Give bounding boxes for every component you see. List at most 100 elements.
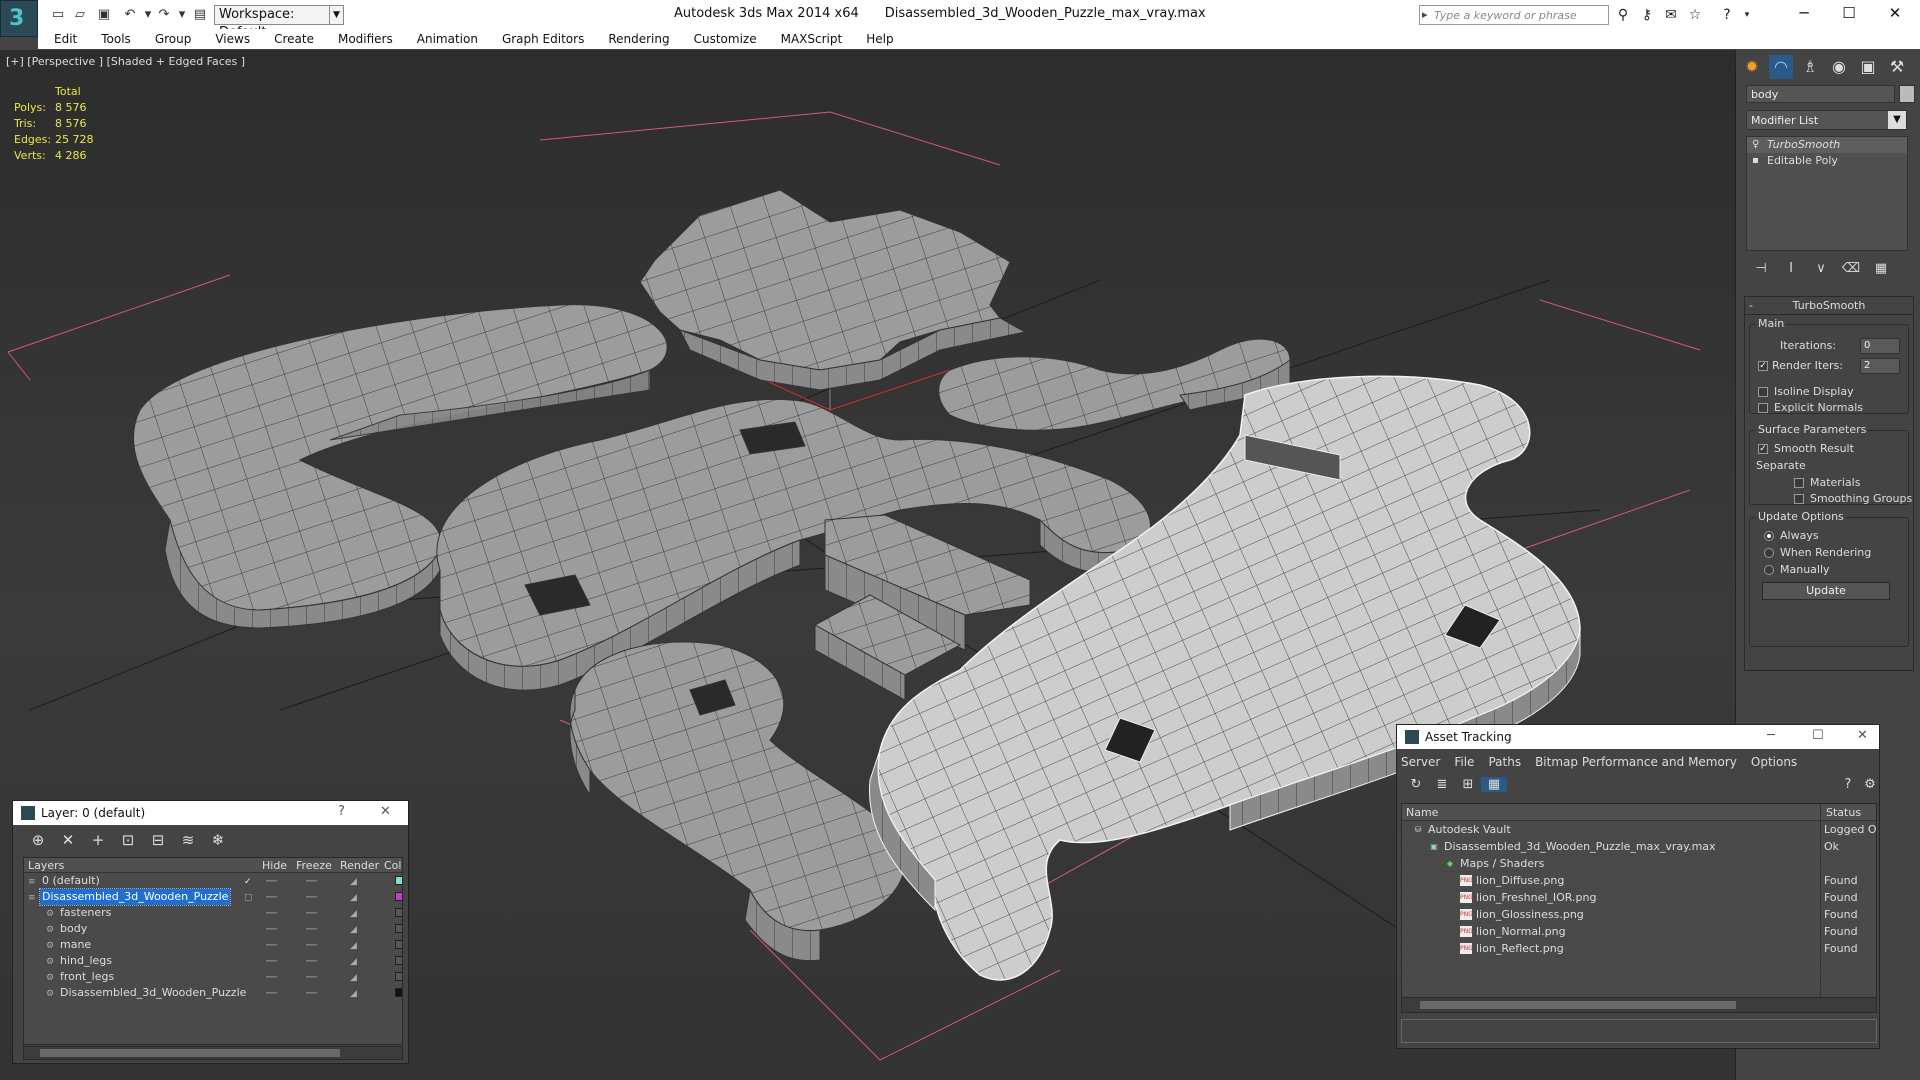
render-toggle-icon[interactable]: ◢ — [350, 906, 357, 922]
render-toggle-icon[interactable]: ◢ — [350, 954, 357, 970]
new-layer-icon[interactable]: ⊕ — [23, 831, 53, 849]
help-icon[interactable]: ? — [1717, 5, 1737, 25]
configure-sets-icon[interactable]: ▦ — [1866, 258, 1896, 280]
maximize-icon[interactable]: ☐ — [1812, 728, 1824, 743]
layer-scrollbar[interactable] — [23, 1046, 403, 1060]
asset-row[interactable]: PNG lion_Diffuse.png Found — [1402, 872, 1876, 889]
layer-name[interactable]: 0 (default) — [40, 873, 102, 889]
always-radio[interactable] — [1764, 531, 1774, 541]
close-icon[interactable]: ✕ — [1857, 728, 1868, 743]
layer-name[interactable]: fasteners — [58, 905, 113, 921]
hide-toggle-icon[interactable]: ── — [266, 954, 277, 970]
favorites-star-icon[interactable]: ☆ — [1685, 5, 1705, 25]
hide-toggle-icon[interactable]: ── — [266, 874, 277, 890]
modify-tab-icon[interactable]: ◠ — [1769, 55, 1793, 79]
grid-view-icon[interactable]: ▦ — [1481, 777, 1507, 792]
hide-toggle-icon[interactable]: ── — [266, 922, 277, 938]
hide-toggle-icon[interactable]: ── — [266, 986, 277, 1002]
menu-views[interactable]: Views — [203, 29, 262, 49]
render-toggle-icon[interactable]: ◢ — [350, 986, 357, 1002]
column-color[interactable]: Col — [384, 859, 401, 872]
active-layer-check-icon[interactable]: ✓ — [244, 874, 252, 890]
layer-name[interactable]: hind_legs — [58, 953, 114, 969]
layer-row[interactable]: ≡ Disassembled_3d_Wooden_Puzzle ▢ ── ── ◢ — [24, 888, 402, 906]
menu-rendering[interactable]: Rendering — [596, 29, 681, 49]
layer-row[interactable]: ⚙ mane ── ── ◢ — [24, 937, 402, 953]
layer-color-swatch[interactable] — [395, 956, 402, 965]
menu-edit[interactable]: Edit — [38, 29, 89, 49]
layer-row[interactable]: ⚙ hind_legs ── ── ◢ — [24, 953, 402, 969]
render-toggle-icon[interactable]: ◢ — [350, 922, 357, 938]
redo-dropdown-icon[interactable]: ▾ — [174, 7, 190, 22]
layer-row[interactable]: ⚙ Disassembled_3d_Wooden_Puzzle ── ── ◢ — [24, 985, 402, 1001]
manually-radio[interactable] — [1764, 565, 1774, 575]
close-icon[interactable]: ✕ — [380, 804, 391, 819]
save-file-icon[interactable]: ▣ — [96, 7, 112, 22]
utilities-tab-icon[interactable]: ⚒ — [1885, 55, 1909, 79]
app-logo-icon[interactable]: 3 — [0, 0, 38, 37]
delete-layer-icon[interactable]: ✕ — [53, 831, 83, 849]
layer-name[interactable]: mane — [58, 937, 93, 953]
minimize-button[interactable]: ─ — [1781, 0, 1827, 26]
hide-toggle-icon[interactable]: ── — [266, 938, 277, 954]
layer-row[interactable]: ⚙ front_legs ── ── ◢ — [24, 969, 402, 985]
freeze-toggle-icon[interactable]: ── — [306, 986, 317, 1002]
menu-server[interactable]: Server — [1401, 755, 1440, 769]
hierarchy-tab-icon[interactable]: ♗ — [1798, 55, 1822, 79]
render-toggle-icon[interactable]: ◢ — [350, 874, 357, 890]
motion-tab-icon[interactable]: ◉ — [1827, 55, 1851, 79]
update-button[interactable]: Update — [1762, 582, 1890, 600]
maximize-button[interactable]: ☐ — [1826, 0, 1872, 26]
viewport-label[interactable]: [+] [Perspective ] [Shaded + Edged Faces… — [6, 55, 245, 68]
hide-toggle-icon[interactable]: ── — [266, 970, 277, 986]
modifier-list-dropdown[interactable]: Modifier List ▼ — [1746, 110, 1907, 130]
render-toggle-icon[interactable]: ◢ — [350, 970, 357, 986]
layer-color-swatch[interactable] — [395, 972, 402, 981]
menu-create[interactable]: Create — [262, 29, 326, 49]
list-view-icon[interactable]: ≣ — [1429, 777, 1455, 792]
isoline-checkbox[interactable] — [1758, 387, 1768, 397]
freeze-toggle-icon[interactable]: ── — [306, 954, 317, 970]
object-name-field[interactable]: body — [1746, 85, 1895, 103]
object-color-swatch[interactable] — [1899, 85, 1915, 103]
asset-row[interactable]: PNG lion_Reflect.png Found — [1402, 940, 1876, 957]
freeze-all-icon[interactable]: ❄ — [203, 831, 233, 849]
freeze-toggle-icon[interactable]: ── — [306, 938, 317, 954]
lightbulb-icon[interactable]: ♀ — [1752, 137, 1759, 153]
render-iters-checkbox[interactable]: ✓ — [1758, 361, 1768, 371]
asset-window-titlebar[interactable]: Asset Tracking ─ ☐ ✕ — [1397, 725, 1879, 749]
column-render[interactable]: Render — [340, 859, 379, 872]
scrollbar-thumb[interactable] — [40, 1049, 340, 1057]
highlight-layer-icon[interactable]: ⊟ — [143, 831, 173, 849]
binoculars-icon[interactable]: ⚲ — [1613, 5, 1633, 25]
explicit-normals-checkbox[interactable] — [1758, 403, 1768, 413]
settings-icon[interactable]: ⚙ — [1857, 777, 1883, 792]
column-freeze[interactable]: Freeze — [296, 859, 332, 872]
freeze-toggle-icon[interactable]: ── — [306, 970, 317, 986]
menu-modifiers[interactable]: Modifiers — [326, 29, 405, 49]
set-current-icon[interactable]: ▢ — [244, 890, 253, 906]
project-folder-icon[interactable]: ▤ — [192, 7, 208, 22]
column-name[interactable]: Name — [1406, 806, 1438, 819]
layer-name[interactable]: front_legs — [58, 969, 116, 985]
render-iters-spinner[interactable]: 2 — [1860, 358, 1900, 374]
undo-dropdown-icon[interactable]: ▾ — [140, 7, 156, 22]
asset-row[interactable]: PNG lion_Freshnel_IOR.png Found — [1402, 889, 1876, 906]
help-dropdown-icon[interactable]: ▾ — [1737, 5, 1757, 25]
column-status[interactable]: Status — [1826, 806, 1861, 819]
freeze-toggle-icon[interactable]: ── — [306, 906, 317, 922]
layer-name[interactable]: body — [58, 921, 89, 937]
asset-row[interactable]: ▣ Disassembled_3d_Wooden_Puzzle_max_vray.… — [1402, 838, 1876, 855]
communication-icon[interactable]: ✉ — [1661, 5, 1681, 25]
hide-toggle-icon[interactable]: ── — [266, 890, 277, 906]
layer-color-swatch[interactable] — [395, 892, 402, 901]
show-end-result-icon[interactable]: Ⅰ — [1776, 258, 1806, 280]
menu-customize[interactable]: Customize — [682, 29, 769, 49]
freeze-toggle-icon[interactable]: ── — [306, 922, 317, 938]
open-file-icon[interactable]: ▱ — [72, 7, 88, 22]
new-file-icon[interactable]: ▭ — [50, 7, 66, 22]
menu-group[interactable]: Group — [143, 29, 204, 49]
menu-graph-editors[interactable]: Graph Editors — [490, 29, 596, 49]
freeze-toggle-icon[interactable]: ── — [306, 874, 317, 890]
render-toggle-icon[interactable]: ◢ — [350, 890, 357, 906]
